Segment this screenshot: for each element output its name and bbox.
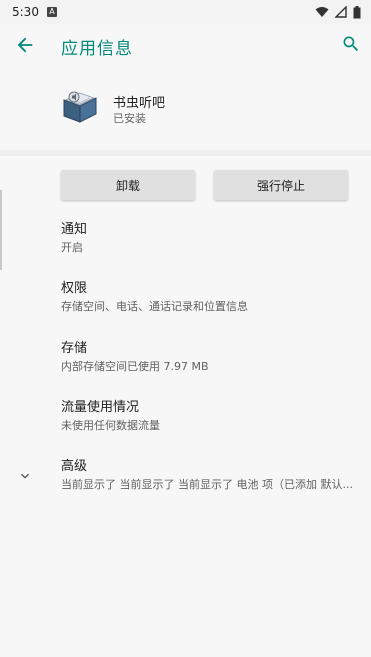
signal-icon (335, 6, 347, 18)
setting-notifications[interactable]: 通知 开启 (61, 221, 361, 256)
setting-title: 存储 (61, 341, 88, 356)
setting-summary: 存储空间、电话、通话记录和位置信息 (61, 300, 248, 313)
force-stop-button[interactable]: 强行停止 (214, 170, 348, 200)
status-bar: 5:30 A (0, 0, 371, 24)
setting-permissions[interactable]: 权限 存储空间、电话、通话记录和位置信息 (61, 280, 361, 315)
setting-title: 通知 (61, 222, 88, 237)
battery-icon (353, 5, 361, 18)
app-bar: 应用信息 (0, 24, 371, 66)
uninstall-button[interactable]: 卸载 (61, 170, 195, 200)
notification-a-icon: A (46, 7, 57, 17)
app-install-status: 已安装 (113, 112, 146, 125)
status-icons (315, 5, 361, 19)
book-speaker-app-icon (63, 91, 97, 123)
app-name: 书虫听吧 (113, 96, 166, 111)
setting-advanced[interactable]: 高级 当前显示了 当前显示了 当前显示了 电池 项（已添加 默认... (61, 458, 361, 493)
wifi-icon (315, 7, 329, 17)
section-divider (0, 150, 371, 156)
setting-summary: 内部存储空间已使用 7.97 MB (61, 360, 209, 373)
edge-shadow (0, 190, 2, 270)
app-header: 书虫听吧 已安装 (0, 66, 371, 150)
setting-summary: 当前显示了 当前显示了 当前显示了 电池 项（已添加 默认... (61, 478, 353, 491)
setting-data-usage[interactable]: 流量使用情况 未使用任何数据流量 (61, 399, 361, 434)
status-time: 5:30 (12, 5, 39, 19)
arrow-back-icon[interactable] (14, 34, 36, 56)
setting-storage[interactable]: 存储 内部存储空间已使用 7.97 MB (61, 340, 361, 375)
setting-summary: 开启 (61, 241, 83, 254)
setting-summary: 未使用任何数据流量 (61, 419, 160, 432)
chevron-down-icon[interactable] (17, 468, 33, 484)
setting-title: 权限 (61, 281, 88, 296)
setting-title: 高级 (61, 459, 88, 474)
search-icon[interactable] (341, 34, 361, 54)
page-title: 应用信息 (61, 39, 133, 59)
setting-title: 流量使用情况 (61, 400, 140, 415)
